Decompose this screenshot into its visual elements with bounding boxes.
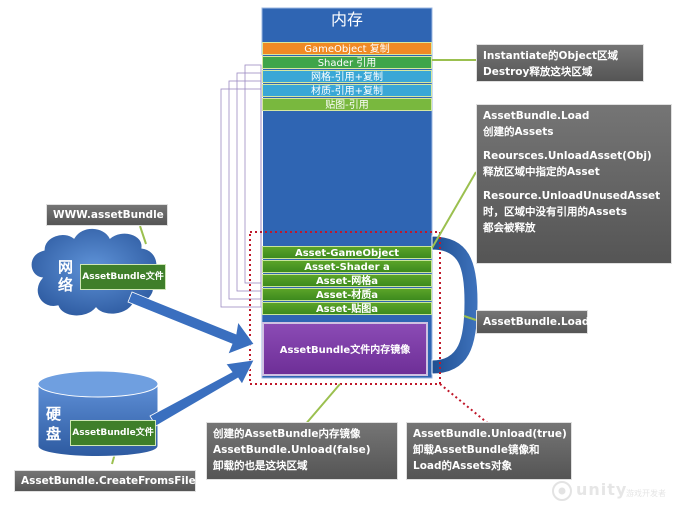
stack-row: 贴图-引用 <box>262 98 432 111</box>
file-tag-disk: AssetBundle文件 <box>70 420 156 446</box>
note-line: 卸载的也是这块区域 <box>213 460 308 472</box>
note-line: AssetBundle.Unload(false) <box>213 444 371 456</box>
load-ring <box>431 235 479 375</box>
instance-frames-shadow <box>220 64 262 308</box>
note-line: AssetBundle.Unload(true) <box>413 428 567 440</box>
network-label: 网络 <box>58 258 74 294</box>
asset-row: Asset-网格a <box>262 274 432 287</box>
instance-frames <box>221 55 263 307</box>
note-unload-true: AssetBundle.Unload(true) 卸载AssetBundle镜像… <box>406 422 572 480</box>
note-line: Resource.UnloadUnusedAsset <box>483 190 661 202</box>
note-line: 创建的AssetBundle内存镜像 <box>213 428 361 440</box>
note-line: Instantiate的Object区域 <box>483 50 618 62</box>
note-line: 时，区域中没有引用的Assets <box>483 206 628 218</box>
asset-row: Asset-Shader a <box>262 260 432 273</box>
note-create-from-file: AssetBundle.CreateFromsFile <box>14 470 196 492</box>
memory-title: 内存 <box>330 10 363 29</box>
stack-row: GameObject 复制 <box>262 42 432 55</box>
stack-row: 材质-引用+复制 <box>262 84 432 97</box>
assetbundle-memory-mirror: AssetBundle文件内存镜像 <box>262 322 428 376</box>
note-line: Destroy释放这块区域 <box>483 66 593 78</box>
note-line: Load的Assets对象 <box>413 460 513 472</box>
brand-name: unity <box>576 480 628 499</box>
note-load-info: AssetBundle.Load 创建的Assets Reoursces.Unl… <box>476 104 672 264</box>
brand-sub: 游戏开发者 <box>626 489 666 498</box>
note-assetbundle-load: AssetBundle.Load <box>476 310 589 334</box>
asset-row: Asset-贴图a <box>262 302 432 315</box>
note-instantiate: Instantiate的Object区域 Destroy释放这块区域 <box>476 44 644 82</box>
note-www-assetbundle: WWW.assetBundle <box>46 204 168 226</box>
note-line: Reoursces.UnloadAsset(Obj) <box>483 150 652 162</box>
file-tag-network: AssetBundle文件 <box>80 264 166 290</box>
disk-label: 硬盘 <box>46 405 62 443</box>
asset-row: Asset-材质a <box>262 288 432 301</box>
stack-row: Shader 引用 <box>262 56 432 69</box>
note-line: AssetBundle.Load <box>483 110 590 122</box>
note-line: 都会被释放 <box>483 222 536 234</box>
note-line: 创建的Assets <box>483 126 554 138</box>
note-line: 释放区域中指定的Asset <box>483 166 600 178</box>
note-line: 卸载AssetBundle镜像和 <box>413 444 540 456</box>
asset-row: Asset-GameObject <box>262 246 432 259</box>
note-unload-false: 创建的AssetBundle内存镜像 AssetBundle.Unload(fa… <box>206 422 398 480</box>
stack-row: 网格-引用+复制 <box>262 70 432 83</box>
